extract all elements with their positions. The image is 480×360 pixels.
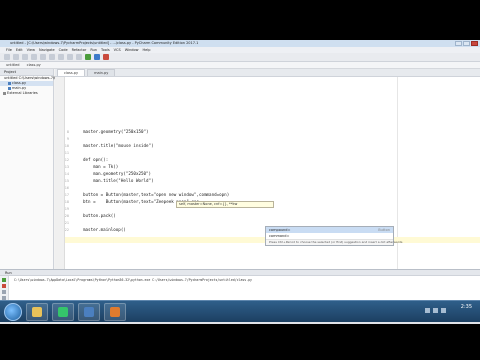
line-number: 17 [64,193,69,197]
start-button[interactable] [4,302,22,321]
folder-icon [32,306,42,317]
ide-window: untitled - [C:\Users\windows-7\PycharmPr… [0,40,480,324]
close-button[interactable] [471,41,478,46]
maximize-button[interactable] [463,41,470,46]
window-controls [455,41,478,46]
line-number: 22 [64,228,69,232]
minimize-button[interactable] [455,41,462,46]
system-tray [425,308,446,313]
line-number: 15 [64,179,69,183]
line-number: 10 [64,144,69,148]
code-line[interactable]: master.geometry("250x150") [83,129,149,134]
sync-icon[interactable] [22,54,28,60]
open-icon[interactable] [4,54,10,60]
find-icon[interactable] [76,54,82,60]
breadcrumb-file[interactable]: class.py [27,63,41,67]
run-icon[interactable] [85,54,91,60]
tree-item-label: External Libraries [7,91,38,95]
rerun-icon[interactable] [2,278,6,282]
python-file-icon [8,87,11,90]
breadcrumb-project[interactable]: untitled [6,63,20,67]
cut-icon[interactable] [49,54,55,60]
clock-time: 2:35 [460,304,472,310]
pause-icon[interactable] [2,290,6,294]
taskbar-app-media[interactable] [104,302,126,321]
parameter-info-tooltip: self, master=None, cnf={}, **kw [176,201,274,208]
debug-icon[interactable] [94,54,100,60]
project-panel: Project untitled C:\Users\windows-7\Pych… [0,69,83,269]
tree-item-project-root[interactable]: untitled C:\Users\windows-7\PycharmProje… [0,76,83,81]
code-line[interactable]: button.pack() [83,213,116,218]
line-number: 13 [64,165,69,169]
code-line[interactable]: master.title("mouse inside") [83,143,154,148]
line-number: 21 [64,221,69,225]
code-line[interactable]: man = Tk() [83,164,118,169]
taskbar-app-explorer[interactable] [26,302,48,321]
autocomplete-item-type: Button [378,228,390,232]
code-line[interactable]: master.mainloop() [83,227,126,232]
autocomplete-hint: Press Ctrl+Period to choose the selected… [266,239,402,245]
paste-icon[interactable] [67,54,73,60]
run-panel-header[interactable]: Run [0,270,480,276]
stop-icon[interactable] [103,54,109,60]
code-line[interactable]: man.geometry("250x250") [83,171,151,176]
flag-icon[interactable] [441,308,446,313]
python-file-icon [8,82,11,85]
redo-icon[interactable] [40,54,46,60]
tab-main-py[interactable]: main.py [87,69,116,76]
line-number: 14 [64,172,69,176]
code-line[interactable]: man.title("Hello World") [83,178,154,183]
code-line[interactable]: def opn(): [83,157,108,162]
line-number: 20 [64,214,69,218]
volume-icon[interactable] [433,308,438,313]
python-icon [84,306,94,317]
network-icon[interactable] [425,308,430,313]
window-title: untitled - [C:\Users\windows-7\PycharmPr… [10,41,199,45]
editor-tabs: class.py main.py [55,69,480,77]
breadcrumb: untitled class.py [0,62,480,69]
autocomplete-item-label: command= [269,234,290,238]
tab-class-py[interactable]: class.py [57,69,86,76]
line-number: 9 [66,137,69,141]
line-number: 16 [64,186,69,190]
tree-item-external-libraries[interactable]: External Libraries [0,91,53,96]
copy-icon[interactable] [58,54,64,60]
line-number: 8 [66,130,69,134]
save-icon[interactable] [13,54,19,60]
line-number: 18 [64,200,69,204]
stop-run-icon[interactable] [2,284,6,288]
media-player-icon [110,306,120,317]
library-icon [3,92,6,95]
line-number: 12 [64,158,69,162]
project-panel-header[interactable]: Project [0,69,53,76]
code-line[interactable]: button = Button(master,text="open new wi… [83,192,229,197]
windows-taskbar: 2:35 [0,300,480,322]
line-number: 11 [64,151,69,155]
autocomplete-popup[interactable]: compound= Button command= Press Ctrl+Per… [265,226,402,246]
taskbar-app-pycharm[interactable] [52,302,74,321]
run-output: C:\Users\windows-7\AppData\Local\Program… [14,278,252,282]
line-number: 19 [64,207,69,211]
main-toolbar [0,53,480,62]
pycharm-icon [58,306,68,317]
title-bar: untitled - [C:\Users\windows-7\PycharmPr… [0,40,480,47]
taskbar-clock[interactable]: 2:35 [461,304,472,311]
undo-icon[interactable] [31,54,37,60]
taskbar-app-python[interactable] [78,302,100,321]
